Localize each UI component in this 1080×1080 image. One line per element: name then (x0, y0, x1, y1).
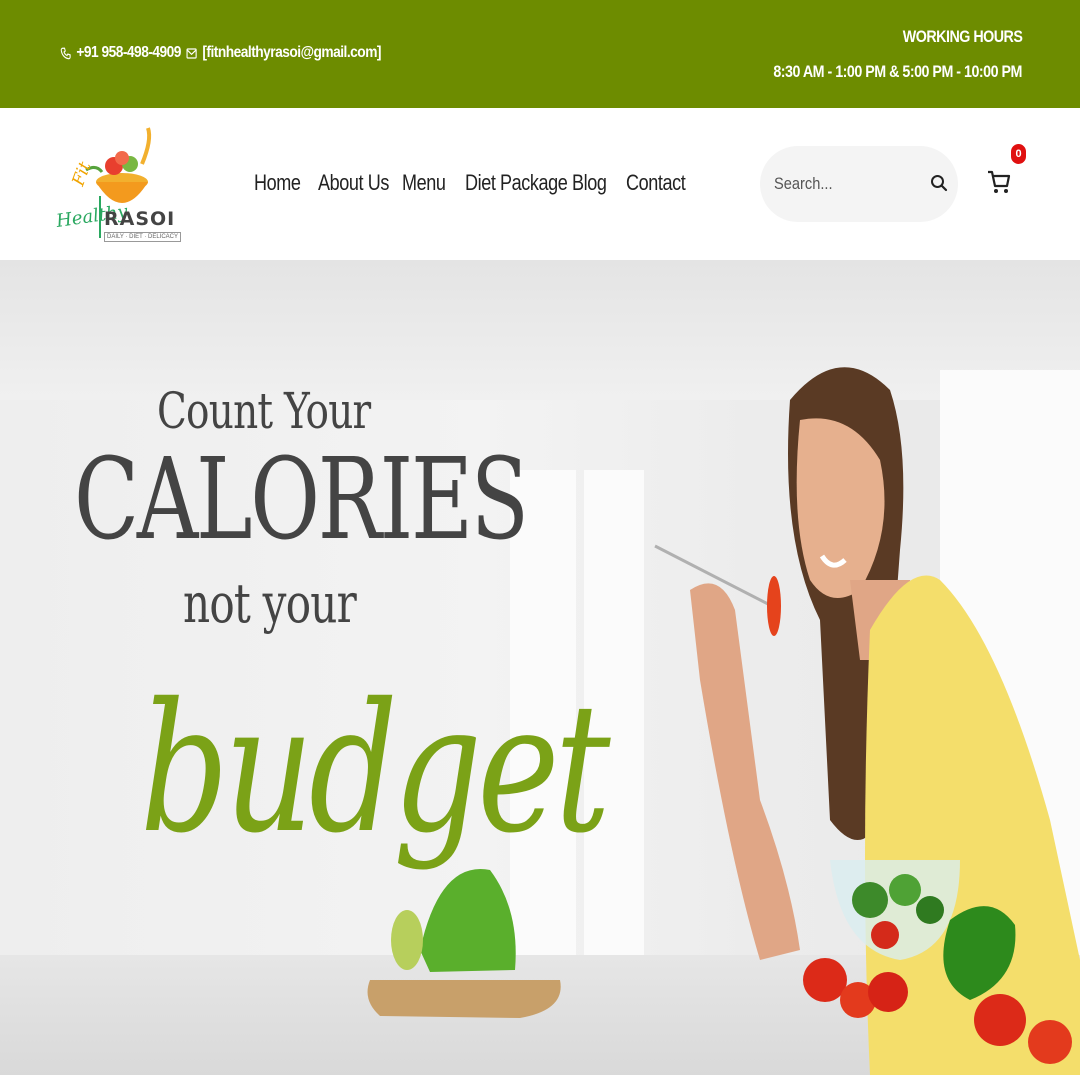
nav-diet-package[interactable]: Diet Package (465, 170, 568, 196)
site-header: Fit Healthy RASOI DAILY · DIET · DELICAC… (0, 108, 1080, 260)
nav-blog[interactable]: Blog (572, 170, 616, 196)
nav-about-us[interactable]: About Us (318, 170, 389, 196)
nav-contact[interactable]: Contact (626, 170, 686, 196)
hero-headline-line1: Count Your (157, 382, 371, 440)
working-hours-title: WORKING HOURS (902, 27, 1022, 46)
phone-number: +91 958-498-4909 (76, 44, 181, 61)
working-hours-value: 8:30 AM - 1:00 PM & 5:00 PM - 10:00 PM (773, 62, 1022, 81)
contact-phone[interactable]: +91 958-498-4909 (60, 44, 181, 62)
logo-rasoi-text: RASOI (104, 208, 176, 230)
nav-menu[interactable]: Menu (402, 170, 454, 196)
nav-home[interactable]: Home (254, 170, 306, 196)
contact-email[interactable]: [fitnhealthyrasoi@gmail.com] (186, 44, 382, 62)
cart-count-badge: 0 (1011, 144, 1026, 164)
mail-icon (186, 47, 197, 59)
search-icon[interactable] (930, 174, 948, 192)
email-address: [fitnhealthyrasoi@gmail.com] (202, 44, 381, 61)
phone-icon (60, 47, 71, 59)
logo-tagline: DAILY · DIET · DELICACY (104, 232, 182, 242)
cart-icon[interactable] (986, 166, 1012, 196)
search-box (760, 146, 958, 222)
hero-banner: Count Your CALORIES not your budget (0, 260, 1080, 1075)
hero-headline-line3: not your (183, 572, 357, 635)
site-logo[interactable]: Fit Healthy RASOI DAILY · DIET · DELICAC… (55, 120, 182, 248)
hero-headline-line2: CALORIES (74, 435, 529, 565)
search-input[interactable] (774, 170, 895, 198)
top-bar: +91 958-498-4909 [fitnhealthyrasoi@gmail… (0, 0, 1080, 108)
hero-headline-line4: budget (140, 665, 611, 872)
main-nav: Home About Us Menu Diet Package Blog Con… (254, 170, 696, 196)
